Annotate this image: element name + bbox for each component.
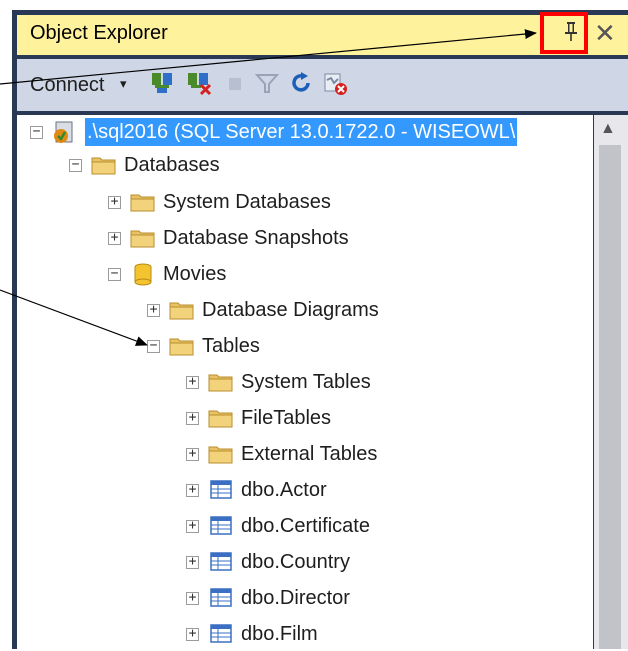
folder-icon [169,298,195,327]
tree-node[interactable]: + External Tables [186,440,560,470]
expand-icon[interactable]: + [186,447,199,461]
stop-icon[interactable] [222,70,248,96]
tree-node-label: dbo.Director [241,587,350,609]
folder-icon [208,406,234,435]
expand-icon[interactable]: + [108,195,121,209]
expand-icon[interactable]: + [108,231,121,245]
collapse-icon[interactable]: − [30,125,43,139]
tree-node[interactable]: − Movies [108,260,560,290]
folder-icon [130,226,156,255]
window-title: Object Explorer [30,22,168,44]
expand-icon[interactable]: + [147,303,160,317]
collapse-icon[interactable]: − [147,339,160,353]
connect-object-explorer-icon[interactable] [150,70,176,96]
folder-icon [208,370,234,399]
expand-icon[interactable]: + [186,375,199,389]
table-icon [208,586,234,615]
pin-highlight-box [540,12,588,54]
tree-node-label: dbo.Film [241,623,318,645]
folder-icon [169,334,195,363]
scroll-up-arrow-icon[interactable]: ▲ [600,120,616,138]
tree-node[interactable]: − Tables [147,332,560,362]
table-icon [208,550,234,579]
database-icon [130,262,156,291]
scrollbar-thumb[interactable] [599,145,621,649]
tree-node[interactable]: + FileTables [186,404,560,434]
tree-node-label: .\sql2016 (SQL Server 13.0.1722.0 - WISE… [85,118,518,146]
refresh-icon[interactable] [288,70,314,96]
tree-node[interactable]: + System Databases [108,188,560,218]
disconnect-icon[interactable] [186,70,212,96]
expand-icon[interactable]: + [186,555,199,569]
table-icon [208,478,234,507]
tree-node-label: System Tables [241,371,371,393]
expand-icon[interactable]: + [186,483,199,497]
close-icon[interactable]: ✕ [594,18,616,48]
tree-node[interactable]: + dbo.Film [186,620,560,650]
tree-node-label: Databases [124,154,220,176]
expand-icon[interactable]: + [186,411,199,425]
table-icon [208,622,234,651]
filter-icon[interactable] [254,70,280,96]
tree-node-label: Database Snapshots [163,227,349,249]
expand-icon[interactable]: + [186,591,199,605]
tree-node-label: System Databases [163,191,331,213]
tree-node[interactable]: + Database Diagrams [147,296,560,326]
tree-node[interactable]: + dbo.Actor [186,476,560,506]
tree-node-label: dbo.Country [241,551,350,573]
tree-node-label: External Tables [241,443,378,465]
collapse-icon[interactable]: − [69,158,82,172]
tree-node-label: dbo.Certificate [241,515,370,537]
connect-button[interactable]: Connect [30,74,105,97]
folder-icon [130,190,156,219]
tree-node[interactable]: + Database Snapshots [108,224,560,254]
folder-icon [208,442,234,471]
server-icon [52,120,78,149]
activity-monitor-icon[interactable] [322,70,348,96]
tree-node[interactable]: − Databases [69,151,560,181]
folder-icon [91,153,117,182]
tree-node[interactable]: + dbo.Country [186,548,560,578]
tree-node-label: FileTables [241,407,332,429]
expand-icon[interactable]: + [186,627,199,641]
tree-node-label: Database Diagrams [202,299,379,321]
tree-node-label: Movies [163,263,227,285]
tree-node[interactable]: − .\sql2016 (SQL Server 13.0.1722.0 - WIS… [30,118,560,148]
chevron-down-icon[interactable]: ▾ [120,76,127,92]
tree-node[interactable]: + dbo.Director [186,584,560,614]
expand-icon[interactable]: + [186,519,199,533]
tree-node[interactable]: + dbo.Certificate [186,512,560,542]
tree-node-label: Tables [202,335,260,357]
collapse-icon[interactable]: − [108,267,121,281]
table-icon [208,514,234,543]
tree-node[interactable]: + System Tables [186,368,560,398]
tree-node-label: dbo.Actor [241,479,327,501]
